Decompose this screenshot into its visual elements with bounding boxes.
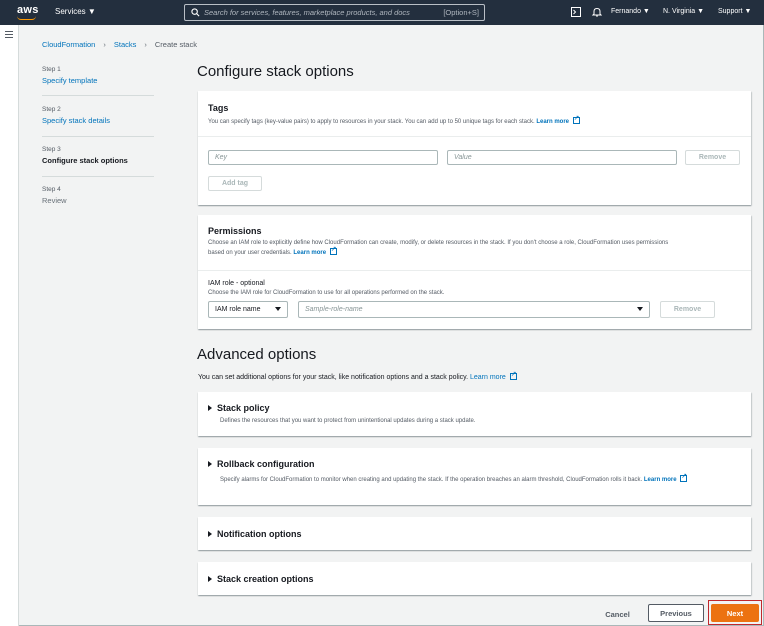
iam-role-type-value: IAM role name (215, 306, 261, 313)
role-placeholder: Sample-role-name (305, 306, 363, 313)
permissions-panel: Permissions Choose an IAM role to explic… (198, 215, 751, 329)
iam-role-type-select[interactable]: IAM role name (208, 301, 288, 318)
step-current-label: Configure stack options (42, 156, 128, 165)
rollback-configuration-section[interactable]: Rollback configuration Specify alarms fo… (198, 448, 751, 505)
search-icon (191, 8, 200, 17)
aws-smile-icon (17, 16, 36, 20)
search-shortcut: [Option+S] (443, 8, 479, 17)
stack-policy-section[interactable]: Stack policy Defines the resources that … (198, 392, 751, 436)
step-label-review: Review (42, 196, 67, 205)
bell-icon[interactable] (592, 7, 602, 17)
side-rail (0, 25, 19, 626)
rollback-learn-more-link[interactable]: Learn more (644, 477, 677, 483)
rollback-desc-text: Specify alarms for CloudFormation to mon… (220, 477, 643, 483)
cancel-button[interactable]: Cancel (595, 606, 640, 622)
rollback-configuration-title: Rollback configuration (217, 459, 315, 469)
tags-title: Tags (208, 103, 229, 113)
step-number: Step 2 (42, 106, 61, 113)
chevron-right-icon: › (144, 40, 147, 49)
divider (42, 136, 154, 137)
notification-options-header[interactable]: Notification options (208, 529, 302, 539)
region-menu[interactable]: N. Virginia ▼ (663, 8, 704, 15)
step-1: Step 1 Specify template (42, 66, 154, 85)
chevron-right-icon: › (103, 40, 106, 49)
iam-role-label: IAM role - optional (208, 280, 265, 287)
rollback-configuration-header[interactable]: Rollback configuration (208, 459, 315, 469)
permissions-desc-line1: Choose an IAM role to explicitly define … (208, 240, 669, 246)
next-button[interactable]: Next (711, 604, 759, 622)
permissions-desc-line2: based on your user credentials. (208, 250, 292, 256)
caret-right-icon (208, 405, 212, 411)
breadcrumb-cloudformation[interactable]: CloudFormation (42, 40, 95, 49)
caret-right-icon (208, 461, 212, 467)
step-number: Step 3 (42, 146, 61, 153)
breadcrumb-current: Create stack (154, 40, 197, 49)
iam-remove-button[interactable]: Remove (660, 301, 715, 318)
advanced-learn-more-link[interactable]: Learn more (470, 374, 506, 381)
step-link-specify-stack-details[interactable]: Specify stack details (42, 116, 154, 125)
tags-desc-text: You can specify tags (key-value pairs) t… (208, 119, 535, 125)
external-link-icon (680, 472, 688, 482)
tag-value-input[interactable]: Value (447, 150, 677, 165)
breadcrumb: CloudFormation › Stacks › Create stack (42, 40, 197, 49)
top-navigation: aws Services ▼ Search for services, feat… (0, 0, 764, 25)
account-menu[interactable]: Fernando ▼ (611, 8, 650, 15)
caret-right-icon (208, 531, 212, 537)
rollback-configuration-description: Specify alarms for CloudFormation to mon… (220, 472, 735, 485)
iam-role-name-select[interactable]: Sample-role-name (298, 301, 650, 318)
iam-role-description: Choose the IAM role for CloudFormation t… (208, 290, 445, 296)
advanced-options-title: Advanced options (197, 346, 317, 363)
stack-creation-options-section[interactable]: Stack creation options (198, 562, 751, 595)
stack-creation-options-header[interactable]: Stack creation options (208, 574, 314, 584)
support-menu[interactable]: Support ▼ (718, 8, 751, 15)
divider (198, 136, 751, 137)
cloudshell-icon[interactable] (571, 7, 581, 17)
advanced-options-description: You can set additional options for your … (198, 370, 517, 381)
add-tag-button[interactable]: Add tag (208, 176, 262, 191)
tags-panel: Tags You can specify tags (key-value pai… (198, 91, 751, 205)
caret-down-icon (637, 307, 643, 311)
search-placeholder: Search for services, features, marketpla… (204, 8, 410, 17)
caret-down-icon (275, 307, 281, 311)
key-placeholder: Key (215, 154, 228, 161)
notification-options-title: Notification options (217, 529, 302, 539)
external-link-icon (509, 370, 517, 380)
external-link-icon (329, 245, 337, 255)
divider (42, 176, 154, 177)
breadcrumb-stacks[interactable]: Stacks (114, 40, 137, 49)
tag-remove-button[interactable]: Remove (685, 150, 740, 165)
permissions-learn-more-link[interactable]: Learn more (293, 250, 326, 256)
step-number: Step 4 (42, 186, 61, 193)
stack-creation-options-title: Stack creation options (217, 574, 314, 584)
page-title: Configure stack options (197, 63, 354, 80)
stack-policy-header[interactable]: Stack policy (208, 403, 270, 413)
stack-policy-description: Defines the resources that you want to p… (220, 418, 476, 424)
menu-icon[interactable] (5, 31, 13, 38)
advanced-desc-text: You can set additional options for your … (198, 374, 469, 381)
services-menu[interactable]: Services ▼ (55, 7, 96, 16)
previous-button[interactable]: Previous (648, 604, 704, 622)
tags-learn-more-link[interactable]: Learn more (536, 119, 569, 125)
value-placeholder: Value (454, 154, 472, 161)
step-2: Step 2 Specify stack details (42, 106, 154, 125)
stack-policy-title: Stack policy (217, 403, 270, 413)
divider (198, 270, 751, 271)
search-input[interactable]: Search for services, features, marketpla… (184, 4, 485, 21)
caret-right-icon (208, 576, 212, 582)
tags-description: You can specify tags (key-value pairs) t… (208, 114, 580, 127)
divider (42, 95, 154, 96)
step-number: Step 1 (42, 66, 61, 73)
permissions-description: Choose an IAM role to explicitly define … (208, 239, 668, 258)
step-3: Step 3 Configure stack options (42, 146, 154, 165)
tag-key-input[interactable]: Key (208, 150, 438, 165)
external-link-icon (572, 114, 580, 124)
step-4: Step 4 Review (42, 186, 154, 205)
step-link-specify-template[interactable]: Specify template (42, 76, 154, 85)
notification-options-section[interactable]: Notification options (198, 517, 751, 550)
aws-logo[interactable]: aws (17, 4, 39, 16)
permissions-title: Permissions (208, 226, 262, 236)
